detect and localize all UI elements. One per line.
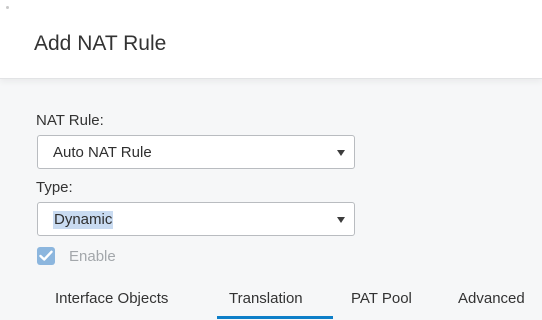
type-select-value: Dynamic <box>53 211 114 229</box>
tab-advanced[interactable]: Advanced <box>458 289 525 309</box>
active-tab-indicator <box>217 316 333 319</box>
enable-checkbox[interactable] <box>37 247 55 265</box>
checkmark-icon <box>39 250 53 261</box>
tab-interface-objects[interactable]: Interface Objects <box>55 289 168 309</box>
window-corner-mark <box>6 6 9 9</box>
type-select[interactable]: Dynamic <box>37 202 355 236</box>
tab-pat-pool[interactable]: PAT Pool <box>351 289 412 309</box>
type-label: Type: <box>36 179 73 196</box>
dialog-title: Add NAT Rule <box>34 32 167 55</box>
nat-rule-select[interactable]: Auto NAT Rule <box>37 135 355 169</box>
caret-down-icon <box>337 150 345 156</box>
dialog-header: Add NAT Rule <box>0 0 542 79</box>
caret-down-icon <box>337 217 345 223</box>
tab-translation[interactable]: Translation <box>229 289 303 309</box>
nat-rule-label: NAT Rule: <box>36 112 104 129</box>
enable-label: Enable <box>69 248 116 265</box>
nat-rule-select-value: Auto NAT Rule <box>53 144 152 161</box>
